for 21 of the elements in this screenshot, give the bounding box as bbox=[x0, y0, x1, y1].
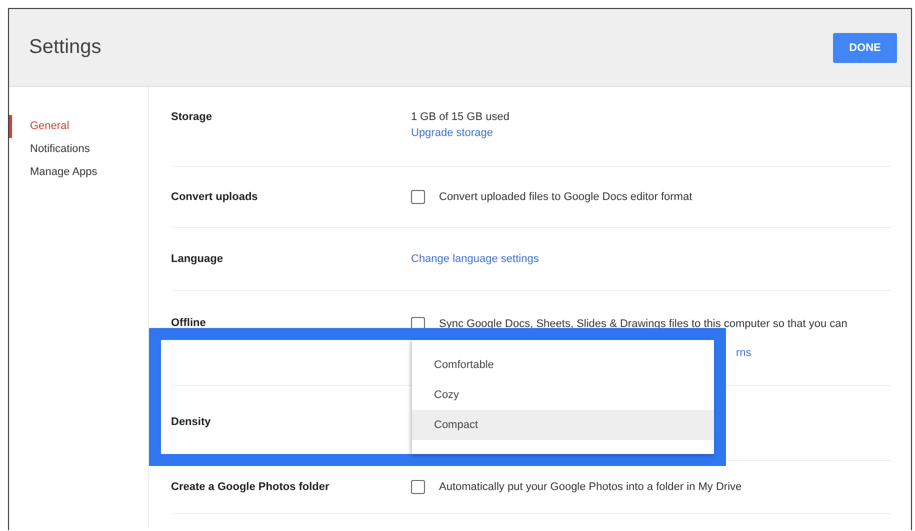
menu-item[interactable]: Cozy bbox=[412, 380, 714, 410]
setting-label: Language bbox=[171, 253, 224, 265]
setting-label: Storage bbox=[171, 111, 213, 123]
sidebar-item[interactable]: Manage Apps bbox=[9, 161, 148, 184]
sidebar-item[interactable]: General bbox=[9, 115, 148, 138]
checkbox-label: Automatically put your Google Photos into a folder in My Drive bbox=[439, 481, 742, 493]
done-button[interactable]: DONE bbox=[833, 32, 897, 62]
sidebar-item[interactable]: Notifications bbox=[9, 138, 148, 161]
window-title: Settings bbox=[29, 36, 102, 59]
checkbox-label: Convert uploaded files to Google Docs editor format bbox=[439, 191, 692, 203]
setting-label: Convert uploads bbox=[171, 191, 259, 203]
setting-label: Offline bbox=[171, 317, 207, 329]
upgrade-link[interactable]: Upgrade storage bbox=[411, 127, 510, 139]
settings-link[interactable]: Change language settings bbox=[411, 253, 539, 265]
storage-usage: 1 GB of 15 GB used bbox=[411, 111, 510, 123]
menu-item[interactable]: Comfortable bbox=[412, 350, 714, 380]
menu-item[interactable]: Compact bbox=[412, 410, 714, 440]
setting-label: Density bbox=[171, 416, 212, 428]
learn-more-link[interactable]: rns bbox=[736, 347, 848, 359]
checkbox-label: Sync Google Docs, Sheets, Slides & Drawings files to this computer so that you can bbox=[439, 318, 848, 330]
setting-label: Create a Google Photos folder bbox=[171, 481, 330, 493]
